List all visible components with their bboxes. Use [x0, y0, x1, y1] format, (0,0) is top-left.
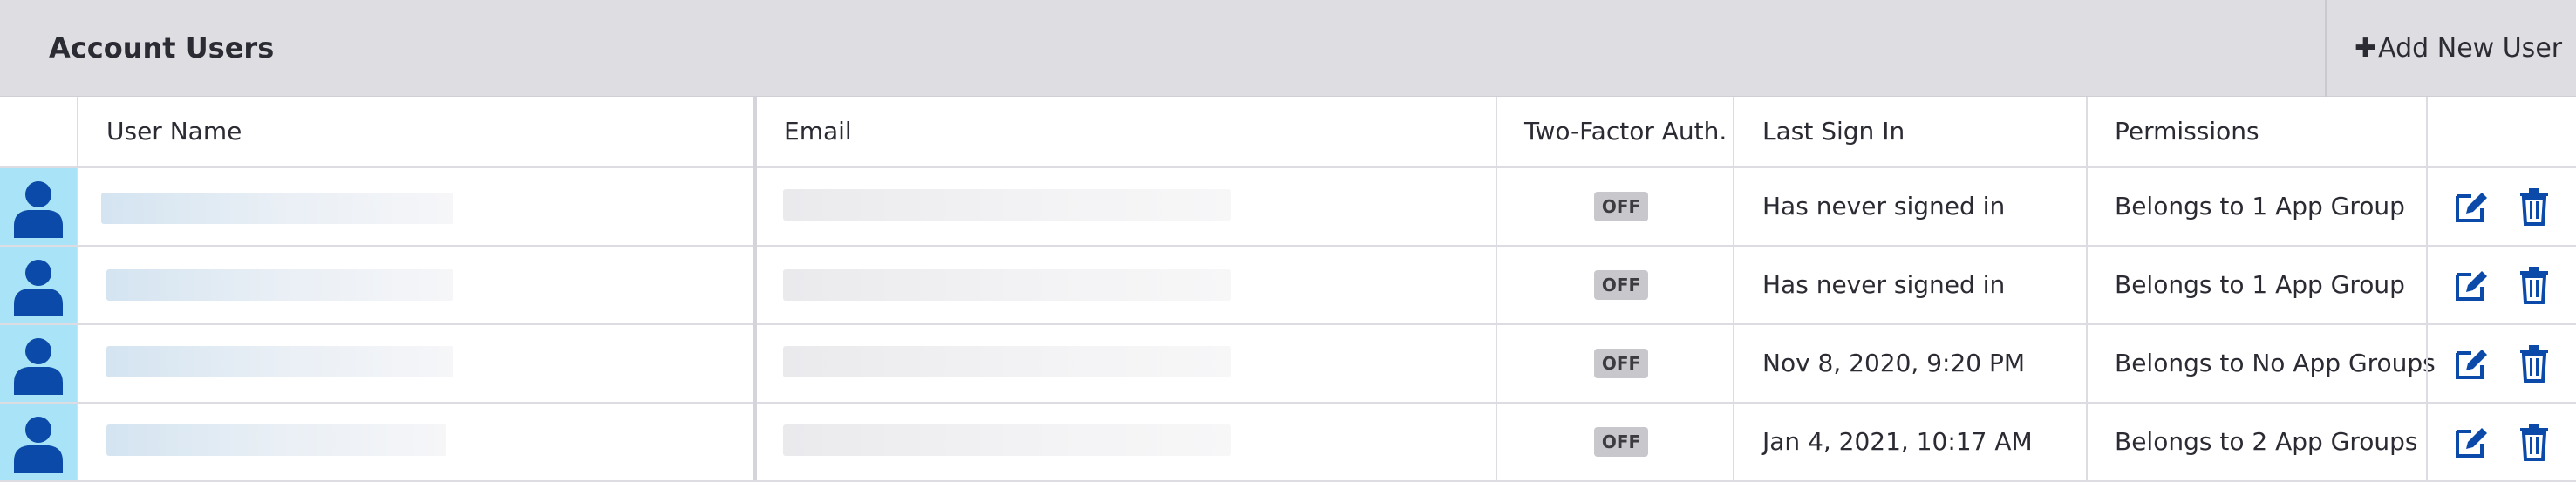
user-icon: [14, 417, 63, 473]
user-name-placeholder: [101, 193, 453, 224]
table-row: OFF Nov 8, 2020, 9:20 PM Belongs to No A…: [0, 325, 2576, 404]
two-factor-badge: OFF: [1594, 192, 1648, 221]
avatar: [0, 168, 77, 245]
email-placeholder: [783, 189, 1231, 221]
user-name-placeholder: [106, 424, 446, 456]
column-divider: [2086, 97, 2088, 480]
trash-icon[interactable]: [2518, 266, 2557, 304]
avatar: [0, 325, 77, 402]
column-divider: [1496, 97, 1497, 480]
page-header: Account Users ✚Add New User: [0, 0, 2576, 97]
trash-icon[interactable]: [2518, 423, 2557, 461]
permissions: Belongs to 1 App Group: [2115, 192, 2405, 221]
trash-icon[interactable]: [2518, 344, 2557, 383]
avatar: [0, 404, 77, 480]
table-row: OFF Jan 4, 2021, 10:17 AM Belongs to 2 A…: [0, 404, 2576, 482]
user-name-placeholder: [106, 346, 453, 377]
page-title: Account Users: [49, 31, 275, 64]
table-row: OFF Has never signed in Belongs to 1 App…: [0, 168, 2576, 247]
edit-icon[interactable]: [2452, 266, 2491, 304]
user-icon: [14, 338, 63, 395]
last-sign-in: Has never signed in: [1762, 192, 2006, 221]
user-icon: [14, 260, 63, 316]
column-divider: [77, 97, 78, 480]
edit-icon[interactable]: [2452, 423, 2491, 461]
last-sign-in: Has never signed in: [1762, 270, 2006, 299]
permissions: Belongs to 2 App Groups: [2115, 427, 2418, 456]
add-new-user-button[interactable]: ✚Add New User: [2355, 0, 2562, 97]
two-factor-badge: OFF: [1594, 349, 1648, 378]
edit-icon[interactable]: [2452, 187, 2491, 226]
email-placeholder: [783, 346, 1231, 377]
column-divider: [1733, 97, 1734, 480]
table-row: OFF Has never signed in Belongs to 1 App…: [0, 247, 2576, 325]
column-header-user-name[interactable]: User Name: [106, 97, 242, 166]
two-factor-badge: OFF: [1594, 270, 1648, 300]
column-header-last-sign-in[interactable]: Last Sign In: [1762, 97, 1905, 166]
column-header-email[interactable]: Email: [784, 97, 852, 166]
user-name-placeholder: [106, 269, 453, 301]
plus-icon: ✚: [2355, 33, 2377, 64]
column-header-permissions[interactable]: Permissions: [2115, 97, 2259, 166]
last-sign-in: Nov 8, 2020, 9:20 PM: [1762, 349, 2026, 377]
column-divider: [2426, 97, 2428, 480]
table-header-row: User Name Email Two-Factor Auth. Last Si…: [0, 97, 2576, 168]
column-divider[interactable]: [753, 97, 757, 480]
header-divider: [2325, 0, 2327, 97]
email-placeholder: [783, 269, 1231, 301]
permissions: Belongs to No App Groups: [2115, 349, 2436, 377]
user-icon: [14, 181, 63, 238]
two-factor-badge: OFF: [1594, 427, 1648, 457]
avatar: [0, 247, 77, 323]
edit-icon[interactable]: [2452, 344, 2491, 383]
add-new-user-label: Add New User: [2378, 33, 2563, 64]
trash-icon[interactable]: [2518, 187, 2557, 226]
email-placeholder: [783, 424, 1231, 456]
column-header-two-factor[interactable]: Two-Factor Auth.: [1524, 97, 1727, 166]
permissions: Belongs to 1 App Group: [2115, 270, 2405, 299]
last-sign-in: Jan 4, 2021, 10:17 AM: [1762, 427, 2033, 456]
